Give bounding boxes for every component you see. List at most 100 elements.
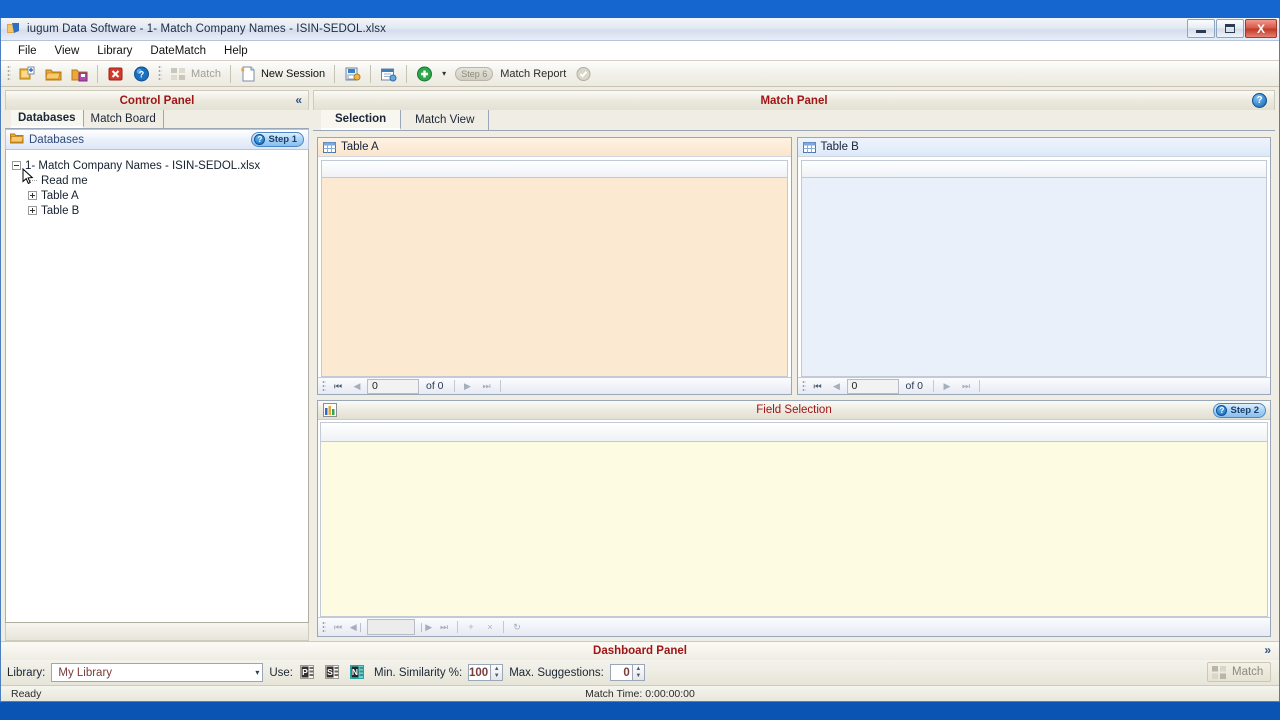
table-a-column-headers bbox=[321, 160, 788, 178]
table-b-rows[interactable] bbox=[800, 178, 1267, 377]
new-session-button[interactable]: New Session bbox=[236, 63, 329, 84]
tab-match-view[interactable]: Match View bbox=[401, 110, 490, 130]
tree-item-table-a[interactable]: Table A bbox=[12, 188, 302, 203]
tab-match-board[interactable]: Match Board bbox=[84, 110, 164, 128]
max-suggestions-label: Max. Suggestions: bbox=[509, 666, 604, 679]
svg-text:P: P bbox=[302, 667, 308, 677]
help-button[interactable]: ? bbox=[129, 63, 154, 84]
maximize-button[interactable] bbox=[1216, 19, 1244, 38]
toolbar-grip-2[interactable] bbox=[158, 65, 162, 82]
fs-refresh-button[interactable]: ↻ bbox=[508, 620, 526, 635]
schedule-button[interactable] bbox=[376, 63, 401, 84]
toolbar-separator-3 bbox=[334, 64, 336, 83]
tab-selection[interactable]: Selection bbox=[321, 110, 402, 130]
max-suggestions-spin-buttons[interactable]: ▲ ▼ bbox=[631, 664, 645, 681]
fs-first-button[interactable]: ⏮ bbox=[329, 620, 347, 635]
spin-up-icon[interactable]: ▲ bbox=[491, 665, 502, 673]
max-suggestions-stepper[interactable]: 0 ▲ ▼ bbox=[609, 664, 645, 681]
table-a-last-button[interactable]: ⏭ bbox=[478, 379, 496, 394]
table-b-next-button[interactable]: ▶ bbox=[938, 379, 956, 394]
collapse-icon[interactable]: « bbox=[295, 93, 302, 107]
phonetic-button[interactable]: P bbox=[299, 663, 318, 682]
menu-item-help[interactable]: Help bbox=[215, 43, 257, 59]
fs-last-button[interactable]: ⏭ bbox=[435, 620, 453, 635]
step-2-label: Step 2 bbox=[1230, 405, 1259, 416]
add-button[interactable] bbox=[412, 63, 437, 84]
spin-up-icon[interactable]: ▲ bbox=[633, 665, 644, 673]
navigator-separator-2 bbox=[503, 621, 504, 633]
fs-add-button[interactable]: + bbox=[462, 620, 480, 635]
close-database-button[interactable] bbox=[103, 63, 128, 84]
chevron-down-icon[interactable]: » bbox=[1264, 643, 1271, 657]
add-dropdown-button[interactable]: ▾ bbox=[438, 63, 450, 84]
main-toolbar: ? Match New Session ▾ Step 6 Match Repor… bbox=[1, 61, 1279, 87]
help-icon[interactable]: ? bbox=[1252, 93, 1267, 108]
window-controls: X bbox=[1187, 19, 1277, 38]
min-similarity-spin-buttons[interactable]: ▲ ▼ bbox=[490, 664, 504, 681]
close-button[interactable]: X bbox=[1245, 19, 1277, 38]
table-a-prev-button[interactable]: ◀ bbox=[348, 379, 366, 394]
dashboard-controls: Library: My Library ▾ Use: P S N Min. Si… bbox=[1, 660, 1279, 685]
fs-delete-button[interactable]: × bbox=[481, 620, 499, 635]
save-session-button[interactable] bbox=[340, 63, 365, 84]
tree-item-table-b[interactable]: Table B bbox=[12, 203, 302, 218]
table-b-first-button[interactable]: ⏮ bbox=[809, 379, 827, 394]
match-button[interactable]: Match bbox=[166, 63, 225, 84]
step-1-badge[interactable]: ? Step 1 bbox=[251, 132, 304, 147]
min-similarity-value[interactable]: 100 bbox=[468, 664, 491, 681]
table-a-first-button[interactable]: ⏮ bbox=[329, 379, 347, 394]
status-bar: Ready Match Time: 0:00:00:00 bbox=[1, 685, 1279, 701]
menu-item-view[interactable]: View bbox=[46, 43, 89, 59]
max-suggestions-value[interactable]: 0 bbox=[609, 664, 632, 681]
tree-item-read-me[interactable]: Read me bbox=[12, 173, 302, 188]
field-selection-rows[interactable] bbox=[320, 442, 1268, 617]
table-b-panel: Table B ⏮ ◀ 0 of 0 ▶ ⏭ bbox=[796, 137, 1271, 395]
navigator-grip[interactable] bbox=[322, 380, 326, 392]
navigator-grip[interactable] bbox=[801, 380, 806, 392]
table-b-column-headers bbox=[800, 160, 1267, 178]
spin-down-icon[interactable]: ▼ bbox=[491, 673, 502, 681]
numeric-button[interactable]: N bbox=[349, 663, 368, 682]
menu-item-file[interactable]: File bbox=[9, 43, 46, 59]
menu-item-library[interactable]: Library bbox=[88, 43, 141, 59]
tree-collapse-icon[interactable] bbox=[12, 161, 21, 170]
tab-databases[interactable]: Databases bbox=[11, 110, 84, 128]
table-a-grid[interactable] bbox=[318, 157, 791, 377]
minimize-button[interactable] bbox=[1187, 19, 1215, 38]
tree-item-workbook[interactable]: 1- Match Company Names - ISIN-SEDOL.xlsx bbox=[12, 158, 302, 173]
string-button[interactable]: S bbox=[324, 663, 343, 682]
match-report-button[interactable]: Step 6 Match Report bbox=[451, 63, 570, 84]
match-grid-icon bbox=[1212, 665, 1226, 679]
toolbar-grip[interactable] bbox=[7, 65, 11, 82]
tree-expand-icon-a[interactable] bbox=[28, 191, 37, 200]
report-status-icon[interactable] bbox=[571, 63, 596, 84]
save-file-button[interactable] bbox=[67, 63, 92, 84]
table-b-record-field[interactable]: 0 bbox=[846, 378, 899, 394]
match-report-label: Match Report bbox=[500, 67, 567, 80]
match-action-button[interactable]: Match bbox=[1207, 662, 1271, 682]
databases-tree[interactable]: 1- Match Company Names - ISIN-SEDOL.xlsx… bbox=[5, 149, 309, 623]
min-similarity-stepper[interactable]: 100 ▲ ▼ bbox=[468, 664, 504, 681]
menu-item-datematch[interactable]: DateMatch bbox=[141, 43, 215, 59]
fs-prev-button[interactable]: ◀❘ bbox=[348, 620, 366, 635]
table-a-rows[interactable] bbox=[321, 178, 788, 377]
table-b-title: Table B bbox=[820, 141, 859, 153]
new-database-button[interactable] bbox=[15, 63, 40, 84]
table-b-last-button[interactable]: ⏭ bbox=[957, 379, 975, 394]
fs-record-field[interactable] bbox=[367, 619, 415, 635]
fs-next-button[interactable]: ❘▶ bbox=[416, 620, 434, 635]
match-panel-caption: Match Panel ? bbox=[313, 90, 1275, 110]
table-a-record-field[interactable]: 0 bbox=[367, 378, 419, 394]
library-select[interactable]: My Library ▾ bbox=[51, 663, 264, 682]
window-title: iugum Data Software - 1- Match Company N… bbox=[27, 23, 386, 35]
navigator-grip[interactable] bbox=[322, 621, 326, 633]
spin-down-icon[interactable]: ▼ bbox=[633, 673, 644, 681]
svg-text:S: S bbox=[327, 667, 333, 677]
table-b-grid[interactable] bbox=[798, 157, 1271, 377]
table-a-next-button[interactable]: ▶ bbox=[459, 379, 477, 394]
tables-row: Table A ⏮ ◀ 0 of 0 ▶ ⏭ Table B ⏮ ◀ 0 of … bbox=[317, 137, 1271, 395]
tree-expand-icon-b[interactable] bbox=[28, 206, 37, 215]
open-file-button[interactable] bbox=[41, 63, 66, 84]
table-b-prev-button[interactable]: ◀ bbox=[828, 379, 846, 394]
step-2-badge[interactable]: ? Step 2 bbox=[1213, 403, 1266, 418]
